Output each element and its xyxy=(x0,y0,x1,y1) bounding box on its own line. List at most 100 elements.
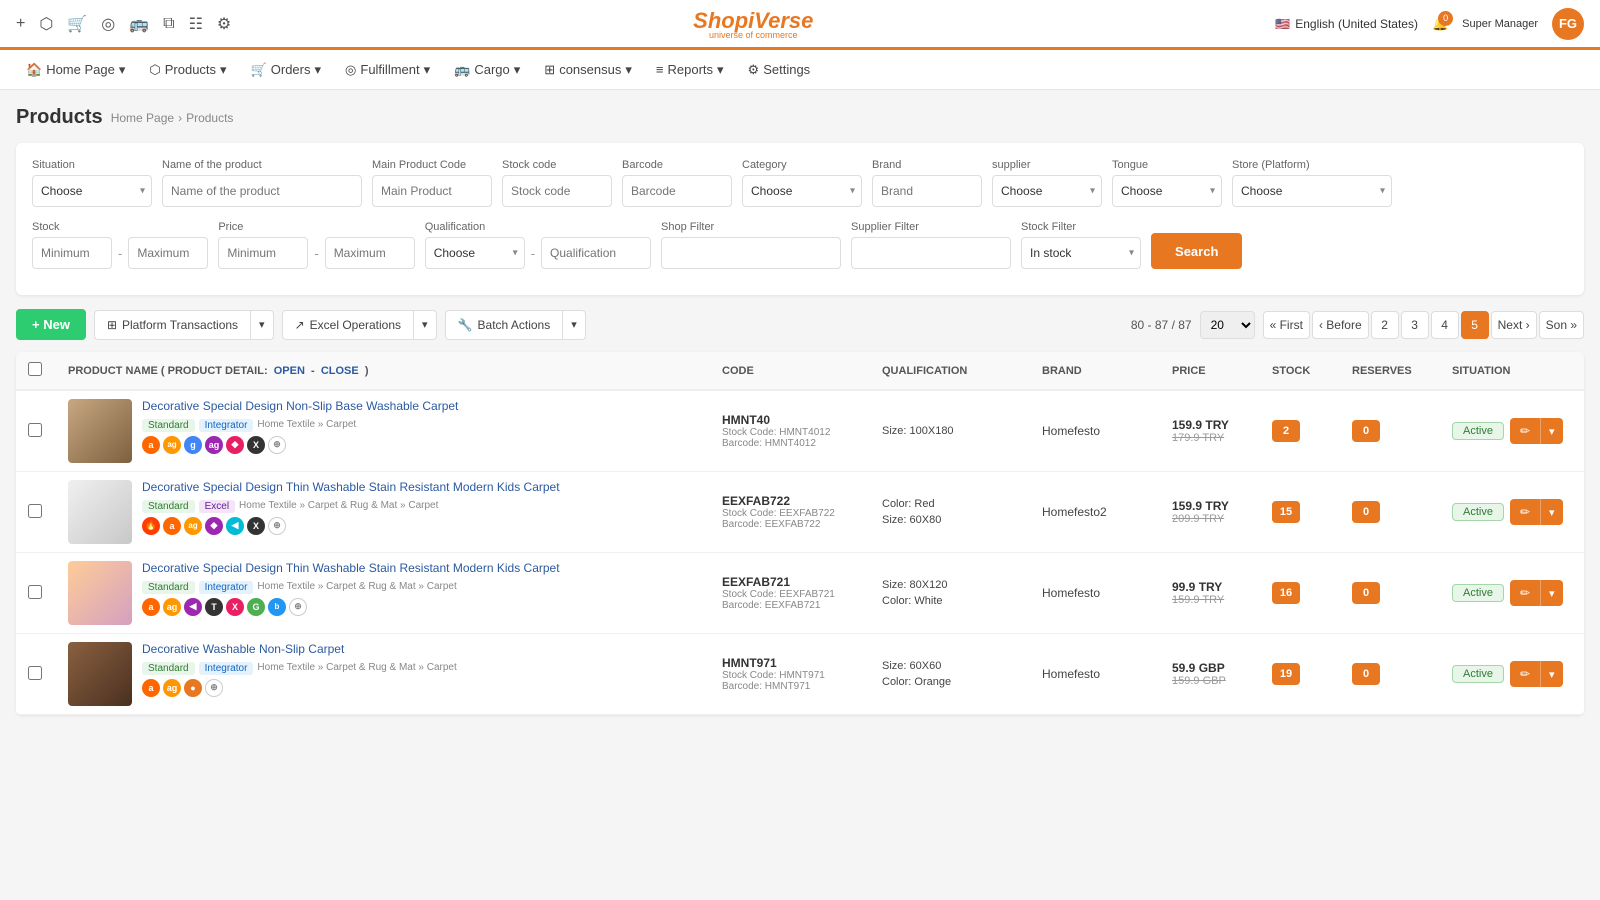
plat-ag-3[interactable]: ag xyxy=(163,598,181,616)
plat-plus-2[interactable]: ⊕ xyxy=(268,517,286,535)
supplier-filter-input[interactable] xyxy=(851,237,1011,269)
nav-item-orders[interactable]: 🛒 Orders ▾ xyxy=(241,50,331,90)
plat-plus-4[interactable]: ⊕ xyxy=(205,679,223,697)
plat-x-3[interactable]: X xyxy=(226,598,244,616)
pg-4[interactable]: 4 xyxy=(1431,311,1459,339)
category-select[interactable]: Choose xyxy=(742,175,862,207)
stock-filter-select[interactable]: In stock Out of stock All xyxy=(1021,237,1141,269)
plat-a-3[interactable]: a xyxy=(142,598,160,616)
plat-ag-2[interactable]: ag xyxy=(184,517,202,535)
product-name-input[interactable] xyxy=(162,175,362,207)
plat-ag-1[interactable]: ag xyxy=(163,436,181,454)
plat-plus-1[interactable]: ⊕ xyxy=(268,436,286,454)
plat-b-3[interactable]: b xyxy=(268,598,286,616)
pg-5[interactable]: 5 xyxy=(1461,311,1489,339)
language-selector[interactable]: 🇺🇸 English (United States) xyxy=(1275,17,1418,31)
row-3-checkbox[interactable] xyxy=(28,585,42,599)
plat-ag-4[interactable]: ag xyxy=(163,679,181,697)
row-2-checkbox[interactable] xyxy=(28,504,42,518)
main-product-code-input[interactable] xyxy=(372,175,492,207)
plat-amazon-2[interactable]: a xyxy=(163,517,181,535)
qualification-from-select[interactable]: Choose xyxy=(425,237,525,269)
open-link[interactable]: Open xyxy=(274,365,305,377)
price-max-input[interactable] xyxy=(325,237,415,269)
pg-next[interactable]: Next › xyxy=(1491,311,1537,339)
pg-2[interactable]: 2 xyxy=(1371,311,1399,339)
nav-item-homepage[interactable]: 🏠 Home Page ▾ xyxy=(16,50,135,90)
plat-diamond-1[interactable]: ◆ xyxy=(226,436,244,454)
page-size-select[interactable]: 20 50 100 xyxy=(1200,311,1255,339)
product-name-2[interactable]: Decorative Special Design Thin Washable … xyxy=(142,480,722,496)
action-dropdown-4[interactable]: ▾ xyxy=(1540,661,1563,687)
plat-purple-3[interactable]: ◀ xyxy=(184,598,202,616)
plat-s-2[interactable]: ◆ xyxy=(205,517,223,535)
add-icon[interactable]: + xyxy=(16,15,25,33)
plat-orange-4[interactable]: ● xyxy=(184,679,202,697)
product-name-1[interactable]: Decorative Special Design Non-Slip Base … xyxy=(142,399,722,415)
supplier-select[interactable]: Choose xyxy=(992,175,1102,207)
product-name-3[interactable]: Decorative Special Design Thin Washable … xyxy=(142,561,722,577)
select-all-checkbox[interactable] xyxy=(28,362,42,376)
action-dropdown-2[interactable]: ▾ xyxy=(1540,499,1563,525)
plat-s-1[interactable]: ag xyxy=(205,436,223,454)
batch-actions-dropdown[interactable]: ▾ xyxy=(563,310,586,340)
pg-first[interactable]: « First xyxy=(1263,311,1310,339)
row-1-checkbox[interactable] xyxy=(28,423,42,437)
pg-before[interactable]: ‹ Before xyxy=(1312,311,1369,339)
edit-button-1[interactable]: ✏ xyxy=(1510,418,1540,444)
pg-3[interactable]: 3 xyxy=(1401,311,1429,339)
plat-plus-3[interactable]: ⊕ xyxy=(289,598,307,616)
plat-a-4[interactable]: a xyxy=(142,679,160,697)
shop-filter-input[interactable] xyxy=(661,237,841,269)
close-link[interactable]: Close xyxy=(321,365,359,377)
search-button[interactable]: Search xyxy=(1151,233,1242,269)
nav-item-fulfillment[interactable]: ◎ Fulfillment ▾ xyxy=(335,50,440,90)
excel-operations-dropdown[interactable]: ▾ xyxy=(414,310,437,340)
new-button[interactable]: + New xyxy=(16,309,86,340)
edit-button-3[interactable]: ✏ xyxy=(1510,580,1540,606)
plat-s2-2[interactable]: ◀ xyxy=(226,517,244,535)
edit-button-4[interactable]: ✏ xyxy=(1510,661,1540,687)
qualification-to-input[interactable] xyxy=(541,237,651,269)
nav-item-consensus[interactable]: ⊞ consensus ▾ xyxy=(534,50,642,90)
bus-icon[interactable]: 🚌 xyxy=(129,14,149,34)
breadcrumb-home[interactable]: Home Page xyxy=(111,111,174,125)
excel-operations-button[interactable]: ↗ Excel Operations xyxy=(282,310,414,340)
platform-transactions-button[interactable]: ⊞ Platform Transactions xyxy=(94,310,251,340)
pg-last[interactable]: Son » xyxy=(1539,311,1584,339)
stock-max-input[interactable] xyxy=(128,237,208,269)
plat-fire-2[interactable]: 🔥 xyxy=(142,517,160,535)
brand-input[interactable] xyxy=(872,175,982,207)
stock-code-input[interactable] xyxy=(502,175,612,207)
stock-min-input[interactable] xyxy=(32,237,112,269)
icon-1[interactable]: ⬡ xyxy=(39,14,53,34)
icon-3[interactable]: ◎ xyxy=(101,14,115,34)
plat-amazon-1[interactable]: a xyxy=(142,436,160,454)
nav-item-reports[interactable]: ≡ Reports ▾ xyxy=(646,50,734,90)
row-4-checkbox[interactable] xyxy=(28,666,42,680)
store-select[interactable]: Choose xyxy=(1232,175,1392,207)
edit-button-2[interactable]: ✏ xyxy=(1510,499,1540,525)
price-min-input[interactable] xyxy=(218,237,308,269)
nav-item-products[interactable]: ⬡ Products ▾ xyxy=(139,50,236,90)
plat-google-1[interactable]: g xyxy=(184,436,202,454)
grid-icon[interactable]: ⧉ xyxy=(163,15,174,33)
product-name-4[interactable]: Decorative Washable Non-Slip Carpet xyxy=(142,642,722,658)
batch-actions-button[interactable]: 🔧 Batch Actions xyxy=(445,310,564,340)
plat-x-2[interactable]: X xyxy=(247,517,265,535)
action-dropdown-1[interactable]: ▾ xyxy=(1540,418,1563,444)
plat-t-3[interactable]: T xyxy=(205,598,223,616)
plat-x-1[interactable]: X xyxy=(247,436,265,454)
notification-bell[interactable]: 🔔 0 xyxy=(1432,16,1448,32)
nav-item-settings[interactable]: ⚙ Settings xyxy=(738,50,821,90)
situation-select[interactable]: Choose Active Passive xyxy=(32,175,152,207)
action-dropdown-3[interactable]: ▾ xyxy=(1540,580,1563,606)
platform-transactions-dropdown[interactable]: ▾ xyxy=(251,310,274,340)
chart-icon[interactable]: ☷ xyxy=(189,14,203,34)
cart-icon[interactable]: 🛒 xyxy=(67,14,87,34)
user-avatar[interactable]: FG xyxy=(1552,8,1584,40)
tongue-select[interactable]: Choose xyxy=(1112,175,1222,207)
nav-item-cargo[interactable]: 🚌 Cargo ▾ xyxy=(444,50,530,90)
barcode-input[interactable] xyxy=(622,175,732,207)
plat-g-3[interactable]: G xyxy=(247,598,265,616)
